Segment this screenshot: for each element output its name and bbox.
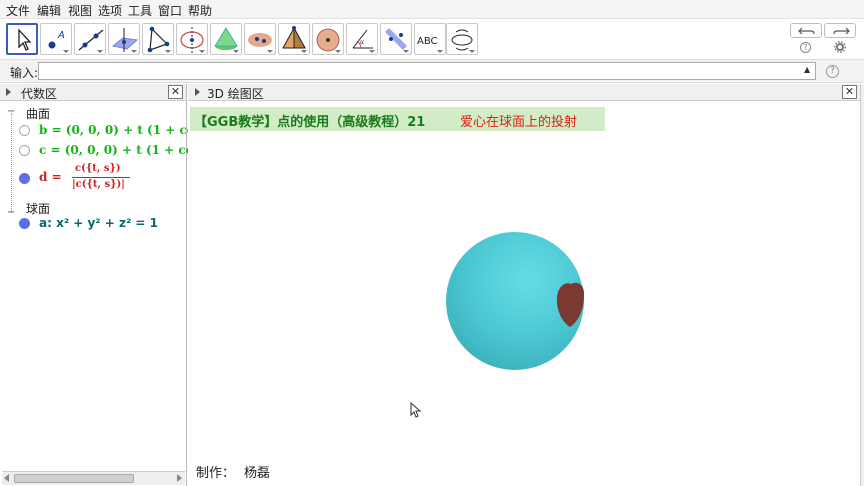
fraction-bar xyxy=(72,177,130,178)
visibility-toggle-d[interactable] xyxy=(19,173,30,184)
svg-text:ABC: ABC xyxy=(417,36,438,47)
menu-bar: 文件 编辑 视图 选项 工具 窗口 帮助 xyxy=(0,0,864,19)
help-icon[interactable]: ? xyxy=(800,42,811,53)
input-help-icon[interactable]: ? xyxy=(826,65,839,78)
text-tool-button[interactable]: ABC xyxy=(414,23,446,55)
svg-text:A: A xyxy=(57,30,65,41)
menu-options[interactable]: 选项 xyxy=(98,2,122,19)
expand-arrow-icon[interactable] xyxy=(195,88,200,96)
algebra-horizontal-scrollbar[interactable] xyxy=(2,471,185,485)
polygon-tool-button[interactable] xyxy=(142,23,174,55)
reflect-tool-button[interactable] xyxy=(380,23,412,55)
category-spheres: 球面 xyxy=(26,202,51,216)
category-surfaces: 曲面 xyxy=(26,107,51,121)
banner-text-highlight: 爱心在球面上的投射 xyxy=(460,115,578,130)
undo-icon xyxy=(798,27,815,35)
angle-tool-button[interactable]: α xyxy=(346,23,378,55)
input-history-dropdown-icon[interactable]: ▲ xyxy=(804,65,810,74)
redo-icon xyxy=(833,27,850,35)
visibility-toggle-c[interactable] xyxy=(19,145,30,156)
algebra-view: 代数区 ✕ − 曲面 b = (0, 0, 0) + t (1 + co c =… xyxy=(0,84,195,486)
graphics-header[interactable]: 3D 绘图区 ✕ xyxy=(188,84,864,101)
scroll-left-icon[interactable] xyxy=(4,474,9,482)
scroll-thumb[interactable] xyxy=(14,474,134,483)
algebra-item-d-name[interactable]: d = xyxy=(39,170,62,184)
menu-tools[interactable]: 工具 xyxy=(128,2,152,19)
menu-edit[interactable]: 编辑 xyxy=(37,2,61,19)
rotate-view-tool-button[interactable] xyxy=(446,23,478,55)
toolbar: A α ABC ? xyxy=(0,19,864,59)
settings-gear-icon[interactable] xyxy=(834,41,846,53)
visibility-toggle-a[interactable] xyxy=(19,218,30,229)
algebra-title: 代数区 xyxy=(21,87,58,101)
title-banner: 【GGB教学】点的使用（高级教程）21 爱心在球面上的投射 xyxy=(190,107,605,131)
menu-file[interactable]: 文件 xyxy=(6,2,30,19)
algebra-item-d-denominator: |c({t, s})| xyxy=(72,179,125,190)
expand-arrow-icon[interactable] xyxy=(6,88,11,96)
mouse-cursor-icon xyxy=(410,402,422,418)
line-tool-button[interactable] xyxy=(74,23,106,55)
visibility-toggle-b[interactable] xyxy=(19,125,30,136)
algebra-item-d-numerator: c({t, s}) xyxy=(75,163,121,174)
pyramid-tool-button[interactable] xyxy=(210,23,242,55)
algebra-item-c[interactable]: c = (0, 0, 0) + t (1 + co xyxy=(39,143,194,157)
point-tool-button[interactable]: A xyxy=(40,23,72,55)
menu-help[interactable]: 帮助 xyxy=(188,2,212,19)
svg-text:α: α xyxy=(360,39,364,46)
graphics-title: 3D 绘图区 xyxy=(207,87,264,101)
author-label: 制作： xyxy=(196,466,236,481)
input-field[interactable] xyxy=(38,62,816,80)
intersect-tool-button[interactable] xyxy=(244,23,276,55)
algebra-item-a[interactable]: a: x² + y² + z² = 1 xyxy=(39,216,158,230)
move-tool-icon xyxy=(18,28,32,51)
algebra-header[interactable]: 代数区 ✕ xyxy=(0,84,186,101)
tetrahedron-tool-button[interactable] xyxy=(278,23,310,55)
close-graphics-button[interactable]: ✕ xyxy=(842,85,857,99)
collapse-surfaces-icon[interactable]: − xyxy=(7,107,16,117)
move-tool-button[interactable] xyxy=(6,23,38,55)
collapse-spheres-icon[interactable]: − xyxy=(7,208,16,218)
banner-text-main: 【GGB教学】点的使用（高级教程）21 xyxy=(194,115,426,130)
plane-tool-button[interactable] xyxy=(108,23,140,55)
collapsed-side-panel[interactable] xyxy=(860,84,864,486)
close-algebra-button[interactable]: ✕ xyxy=(168,85,183,99)
sphere-tool-button[interactable] xyxy=(312,23,344,55)
sphere-scene[interactable] xyxy=(438,224,598,384)
input-bar: 输入: ▲ ? xyxy=(0,59,864,83)
tree-line xyxy=(11,113,12,213)
geogebra-window: 文件 编辑 视图 选项 工具 窗口 帮助 A α ABC ? 输入: ▲ ? 代… xyxy=(0,0,864,486)
circle-axis-tool-button[interactable] xyxy=(176,23,208,55)
input-label: 输入: xyxy=(10,66,39,80)
undo-button[interactable] xyxy=(790,23,822,38)
algebra-item-b[interactable]: b = (0, 0, 0) + t (1 + co xyxy=(39,123,195,137)
menu-window[interactable]: 窗口 xyxy=(158,2,182,19)
author-name: 杨磊 xyxy=(244,466,271,481)
graphics-3d-view[interactable]: 3D 绘图区 ✕ 【GGB教学】点的使用（高级教程）21 爱心在球面上的投射 制… xyxy=(188,84,864,486)
menu-view[interactable]: 视图 xyxy=(68,2,92,19)
scroll-right-icon[interactable] xyxy=(177,474,182,482)
redo-button[interactable] xyxy=(824,23,856,38)
